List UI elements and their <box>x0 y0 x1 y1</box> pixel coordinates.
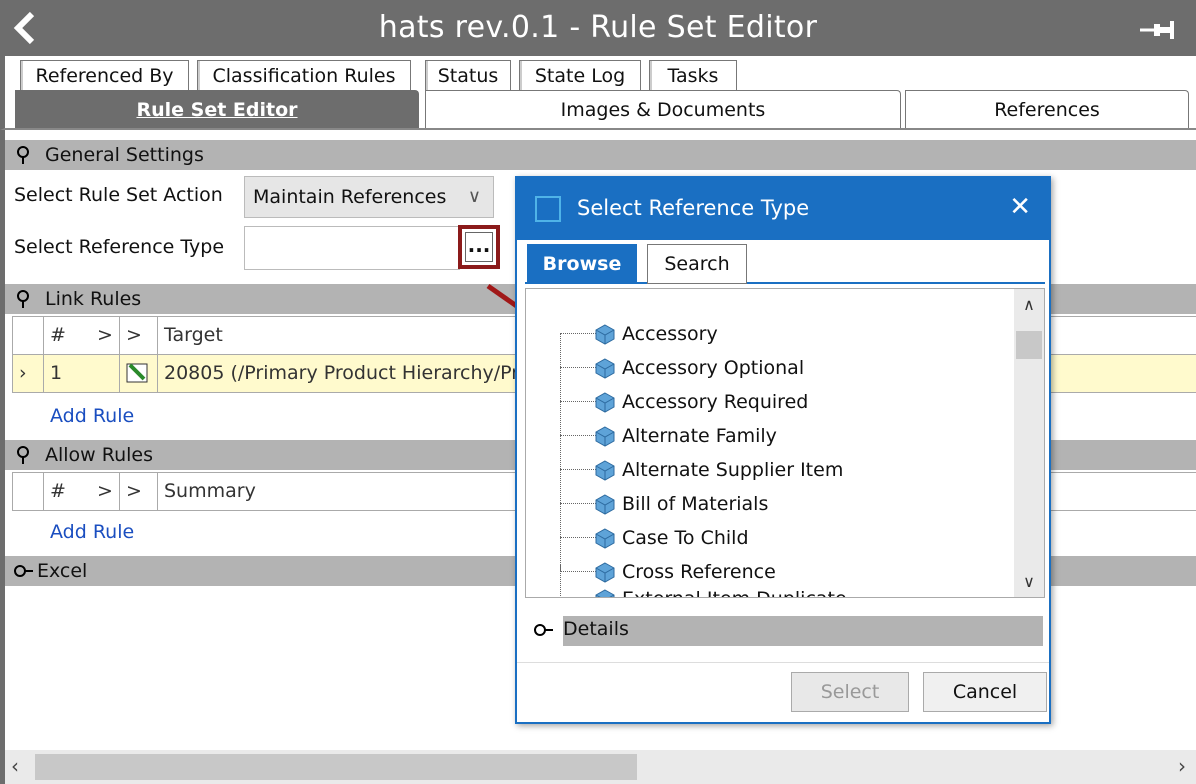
scroll-thumb[interactable] <box>1016 331 1042 359</box>
rule-set-action-select[interactable]: Maintain References ∨ <box>244 176 494 218</box>
col-expand[interactable]: > <box>91 473 119 510</box>
dialog-tabs: Browse Search <box>525 244 1045 284</box>
col-expand2[interactable]: > <box>119 317 157 354</box>
pin-expand-icon <box>534 624 553 636</box>
tab-rule-set-editor-label: Rule Set Editor <box>136 99 298 121</box>
col-index[interactable]: # <box>43 317 91 354</box>
tree-item-label: Accessory Optional <box>622 357 805 379</box>
add-link-rule-link[interactable]: Add Rule <box>50 405 134 427</box>
edit-icon[interactable] <box>119 355 157 392</box>
cube-icon <box>595 562 615 583</box>
pin-icon[interactable] <box>1140 18 1176 42</box>
pin-expand-icon <box>14 565 33 577</box>
rule-set-action-label: Select Rule Set Action <box>14 184 223 206</box>
select-button[interactable]: Select <box>791 672 909 712</box>
ellipsis-label: ... <box>465 232 493 262</box>
tab-referenced-by[interactable]: Referenced By <box>20 60 189 92</box>
tree-item-label: Alternate Family <box>622 425 777 447</box>
col-expand[interactable]: > <box>91 317 119 354</box>
row-target: 20805 (/Primary Product Hierarchy/Pr <box>157 355 517 392</box>
section-title: Link Rules <box>45 288 142 310</box>
tab-status[interactable]: Status <box>425 60 511 92</box>
tab-rule-set-editor[interactable]: Rule Set Editor <box>15 90 419 128</box>
tree-item-label: Accessory <box>622 323 718 345</box>
tree-item-label: Accessory Required <box>622 391 809 413</box>
section-title: Excel <box>37 560 88 582</box>
cube-icon <box>595 589 615 597</box>
browse-button[interactable]: ... <box>458 225 500 269</box>
cancel-button[interactable]: Cancel <box>923 672 1047 712</box>
select-reference-type-dialog: Select Reference Type ✕ Browse Search Ac… <box>515 176 1051 724</box>
tree-item-label: Case To Child <box>622 527 749 549</box>
close-icon[interactable]: ✕ <box>1009 192 1031 222</box>
details-section[interactable]: Details <box>533 614 1043 648</box>
tab-images-documents[interactable]: Images & Documents <box>425 90 901 128</box>
tab-tasks[interactable]: Tasks <box>649 60 737 92</box>
scroll-right-icon[interactable]: › <box>1178 754 1186 778</box>
tree-scrollbar[interactable]: ∧ ∨ <box>1014 289 1044 597</box>
select-value: Maintain References <box>253 186 447 208</box>
reference-type-label: Select Reference Type <box>14 236 225 258</box>
tab-browse[interactable]: Browse <box>527 244 637 284</box>
tab-references[interactable]: References <box>905 90 1189 128</box>
tab-state-log[interactable]: State Log <box>519 60 641 92</box>
tree-item-label: External Item Duplicate <box>622 582 847 597</box>
tab-row-top: Referenced By Classification Rules Statu… <box>0 56 1196 92</box>
cube-icon <box>595 324 615 345</box>
col-expand2[interactable]: > <box>119 473 157 510</box>
add-allow-rule-link[interactable]: Add Rule <box>50 521 134 543</box>
reference-type-tree: Accessory Accessory Optional Accessory R… <box>525 288 1045 598</box>
tree-item-label: Bill of Materials <box>622 493 769 515</box>
tree-item-label: Alternate Supplier Item <box>622 459 844 481</box>
window-title: hats rev.0.1 - Rule Set Editor <box>378 10 818 45</box>
row-index: 1 <box>43 355 119 392</box>
scroll-thumb[interactable] <box>35 754 637 780</box>
col-index[interactable]: # <box>43 473 91 510</box>
col-summary[interactable]: Summary <box>157 473 517 510</box>
section-general-settings[interactable]: General Settings <box>5 140 1196 170</box>
tab-classification-rules[interactable]: Classification Rules <box>197 60 411 92</box>
scroll-left-icon[interactable]: ‹ <box>11 754 19 778</box>
title-bar: hats rev.0.1 - Rule Set Editor <box>0 0 1196 58</box>
tab-search[interactable]: Search <box>647 244 747 284</box>
window-icon <box>535 196 561 222</box>
cube-icon <box>595 426 615 447</box>
cube-icon <box>595 528 615 549</box>
divider <box>517 662 1049 663</box>
cube-icon <box>595 358 615 379</box>
row-expand-icon[interactable]: › <box>13 355 43 392</box>
dialog-title: Select Reference Type <box>577 196 810 220</box>
pin-collapse-icon <box>17 446 29 464</box>
pin-collapse-icon <box>17 146 29 164</box>
cube-icon <box>595 392 615 413</box>
horizontal-scrollbar[interactable]: ‹ › <box>5 750 1196 784</box>
tab-row-bottom: Rule Set Editor Images & Documents Refer… <box>0 90 1196 130</box>
reference-type-input[interactable] <box>244 226 460 270</box>
cube-icon <box>595 494 615 515</box>
pin-collapse-icon <box>17 290 29 308</box>
cube-icon <box>595 460 615 481</box>
dialog-titlebar: Select Reference Type ✕ <box>517 178 1049 240</box>
details-label: Details <box>563 618 629 640</box>
scroll-down-icon[interactable]: ∨ <box>1014 572 1044 591</box>
chevron-down-icon: ∨ <box>467 186 481 207</box>
scroll-up-icon[interactable]: ∧ <box>1014 295 1044 314</box>
col-target[interactable]: Target <box>157 317 517 354</box>
section-title: General Settings <box>45 144 204 166</box>
section-title: Allow Rules <box>45 444 154 466</box>
